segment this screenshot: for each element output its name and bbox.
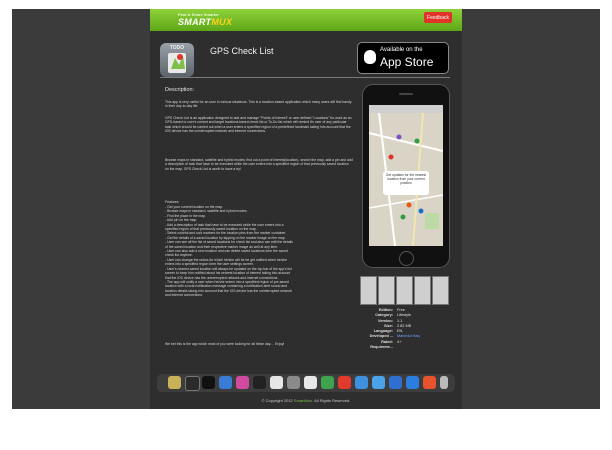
phone-screen: Get updates for the nearest location fro… <box>369 105 443 246</box>
carousel-app-icon[interactable] <box>236 376 249 389</box>
carousel-app-icon[interactable] <box>338 376 351 389</box>
carousel-app-icon[interactable] <box>270 376 283 389</box>
phone-map: Get updates for the nearest location fro… <box>369 113 443 246</box>
carousel-app-icon[interactable] <box>304 376 317 389</box>
description-para2: Browse maps in standard, satellite and h… <box>165 158 353 171</box>
copyright-text: © Copyright 2012 <box>261 398 293 403</box>
page-backdrop-right <box>462 9 600 409</box>
list-item: and internet connections. <box>165 293 203 298</box>
feedback-button[interactable]: Feedback <box>424 12 452 23</box>
app-store-badge[interactable]: Available on the App Store <box>357 42 449 74</box>
app-title: GPS Check List <box>210 46 274 56</box>
page-footer: © Copyright 2012 SmartMux. All Rights Re… <box>150 398 462 403</box>
map-callout: Get updates for the nearest location fro… <box>383 171 429 195</box>
header-divider <box>160 77 450 78</box>
phone-navbar <box>369 105 443 113</box>
app-store-badge-line2: App Store <box>380 55 434 69</box>
footer-brand-link[interactable]: SmartMux <box>294 398 312 403</box>
description-heading: Description: <box>165 87 195 93</box>
screenshot-thumbnail[interactable] <box>360 276 377 305</box>
carousel-app-icon[interactable] <box>253 376 266 389</box>
screenshot-thumbnail[interactable] <box>378 276 395 305</box>
carousel-app-icon[interactable] <box>168 376 181 389</box>
description-intro: This app is very useful for an user in v… <box>165 100 352 109</box>
screenshot-thumbnail[interactable] <box>414 276 431 305</box>
carousel-app-icon[interactable] <box>287 376 300 389</box>
logo-text-right: MUX <box>211 17 233 27</box>
apple-icon <box>364 50 376 64</box>
carousel-app-icon[interactable] <box>440 376 448 389</box>
description-para1: GPS Check List is an application designe… <box>165 116 352 134</box>
carousel-app-icon[interactable] <box>372 376 385 389</box>
info-row-requirements: Requireme... <box>362 345 420 350</box>
phone-screenshot: Get updates for the nearest location fro… <box>362 84 450 268</box>
phone-home-button <box>399 251 414 266</box>
logo-text-left: SMART <box>178 17 212 27</box>
info-label: Requireme... <box>370 345 393 350</box>
smartmux-logo[interactable]: Find & Share Smarter SMARTMUX <box>178 12 232 27</box>
screenshot-thumbnails <box>360 276 449 305</box>
info-value: 4+ <box>397 339 402 344</box>
carousel-app-icon[interactable] <box>355 376 368 389</box>
carousel-app-icon[interactable] <box>423 376 436 389</box>
app-info: Edition: Free Category: Lifestyle Version:… <box>362 308 420 350</box>
app-icon: TODO <box>160 43 194 77</box>
carousel-app-icon[interactable] <box>321 376 334 389</box>
description-closing: We bet this is the app which most of you… <box>165 342 285 346</box>
carousel-app-icon[interactable] <box>202 376 215 389</box>
app-store-badge-line1: Available on the <box>380 47 423 53</box>
rights-text: . All Rights Reserved. <box>312 398 351 403</box>
carousel-app-icon[interactable] <box>185 376 200 391</box>
screenshot-thumbnail[interactable] <box>396 276 413 305</box>
phone-speaker <box>399 93 413 95</box>
features-heading: Features: <box>165 200 180 204</box>
features-list: - Get your current location on the map. … <box>165 205 353 298</box>
carousel-app-icon[interactable] <box>389 376 402 389</box>
carousel-app-icon[interactable] <box>406 376 419 389</box>
carousel-app-icon[interactable] <box>219 376 232 389</box>
screenshot-thumbnail[interactable] <box>432 276 449 305</box>
